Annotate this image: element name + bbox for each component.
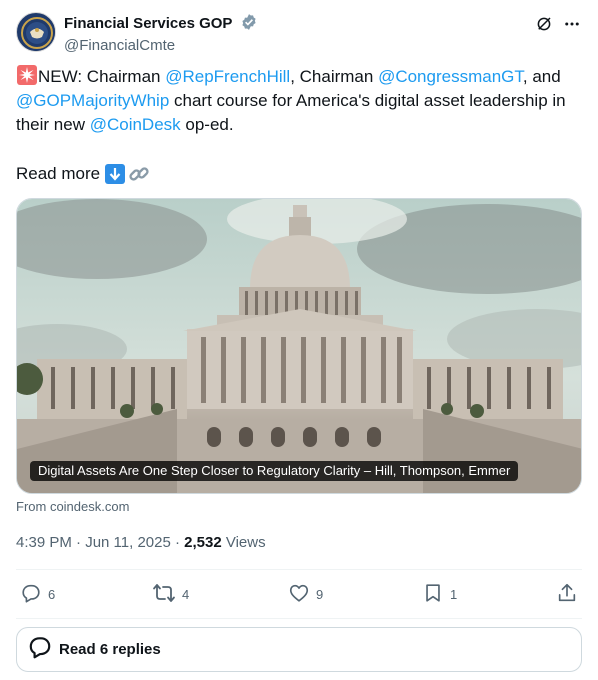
like-count: 9 (316, 587, 324, 602)
repost-count: 4 (182, 587, 190, 602)
reply-button[interactable]: 6 (20, 582, 55, 607)
action-bar: 6 4 9 1 (16, 582, 582, 608)
avatar[interactable] (16, 12, 56, 52)
verified-badge-icon (240, 13, 258, 36)
link-preview-card[interactable]: Digital Assets Are One Step Closer to Re… (16, 198, 582, 494)
card-source-label[interactable]: From coindesk.com (16, 499, 129, 515)
tweet-meta: 4:39 PM · Jun 11, 2025 · 2,532 Views (16, 533, 266, 553)
comment-icon (27, 634, 53, 665)
grok-icon[interactable] (534, 14, 554, 34)
bookmark-count: 1 (450, 587, 458, 602)
read-replies-button[interactable]: Read 6 replies (16, 627, 582, 672)
author-display-name[interactable]: Financial Services GOP (64, 14, 232, 34)
link-emoji-icon (128, 163, 150, 185)
read-more-line: Read more (16, 162, 150, 186)
reply-icon (20, 582, 42, 607)
tweet-header: Financial Services GOP @FinancialCmte (16, 12, 582, 56)
views-label: Views (221, 534, 266, 551)
tweet-text-part: op-ed. (180, 115, 234, 134)
card-image (17, 199, 581, 493)
share-button[interactable] (556, 582, 578, 607)
divider (16, 569, 582, 570)
like-button[interactable]: 9 (288, 582, 323, 607)
read-replies-label: Read 6 replies (59, 641, 161, 658)
more-options-icon[interactable] (562, 14, 582, 34)
repost-icon (152, 582, 176, 607)
mention-link[interactable]: @RepFrenchHill (165, 67, 290, 86)
mention-link[interactable]: @GOPMajorityWhip (16, 91, 169, 110)
reply-count: 6 (48, 587, 56, 602)
share-icon (556, 582, 578, 607)
read-more-text: Read more (16, 164, 101, 183)
divider (16, 618, 582, 619)
mention-link[interactable]: @CoinDesk (90, 115, 181, 134)
tweet-text-part: , Chairman (290, 67, 379, 86)
mention-link[interactable]: @CongressmanGT (378, 67, 523, 86)
author-handle[interactable]: @FinancialCmte (64, 36, 258, 56)
views-count: 2,532 (184, 534, 222, 551)
timestamp[interactable]: 4:39 PM · Jun 11, 2025 · (16, 534, 184, 551)
repost-button[interactable]: 4 (152, 582, 189, 607)
tweet-text-part: NEW: Chairman (38, 67, 166, 86)
tweet-text-part: , and (522, 67, 561, 86)
card-title-overlay: Digital Assets Are One Step Closer to Re… (30, 461, 519, 481)
tweet-text: NEW: Chairman @RepFrenchHill, Chairman @… (16, 64, 586, 137)
bookmark-icon (422, 582, 444, 607)
down-arrow-emoji-icon (105, 164, 126, 184)
heart-icon (288, 582, 310, 607)
siren-emoji-icon (16, 64, 38, 86)
bookmark-button[interactable]: 1 (422, 582, 457, 607)
